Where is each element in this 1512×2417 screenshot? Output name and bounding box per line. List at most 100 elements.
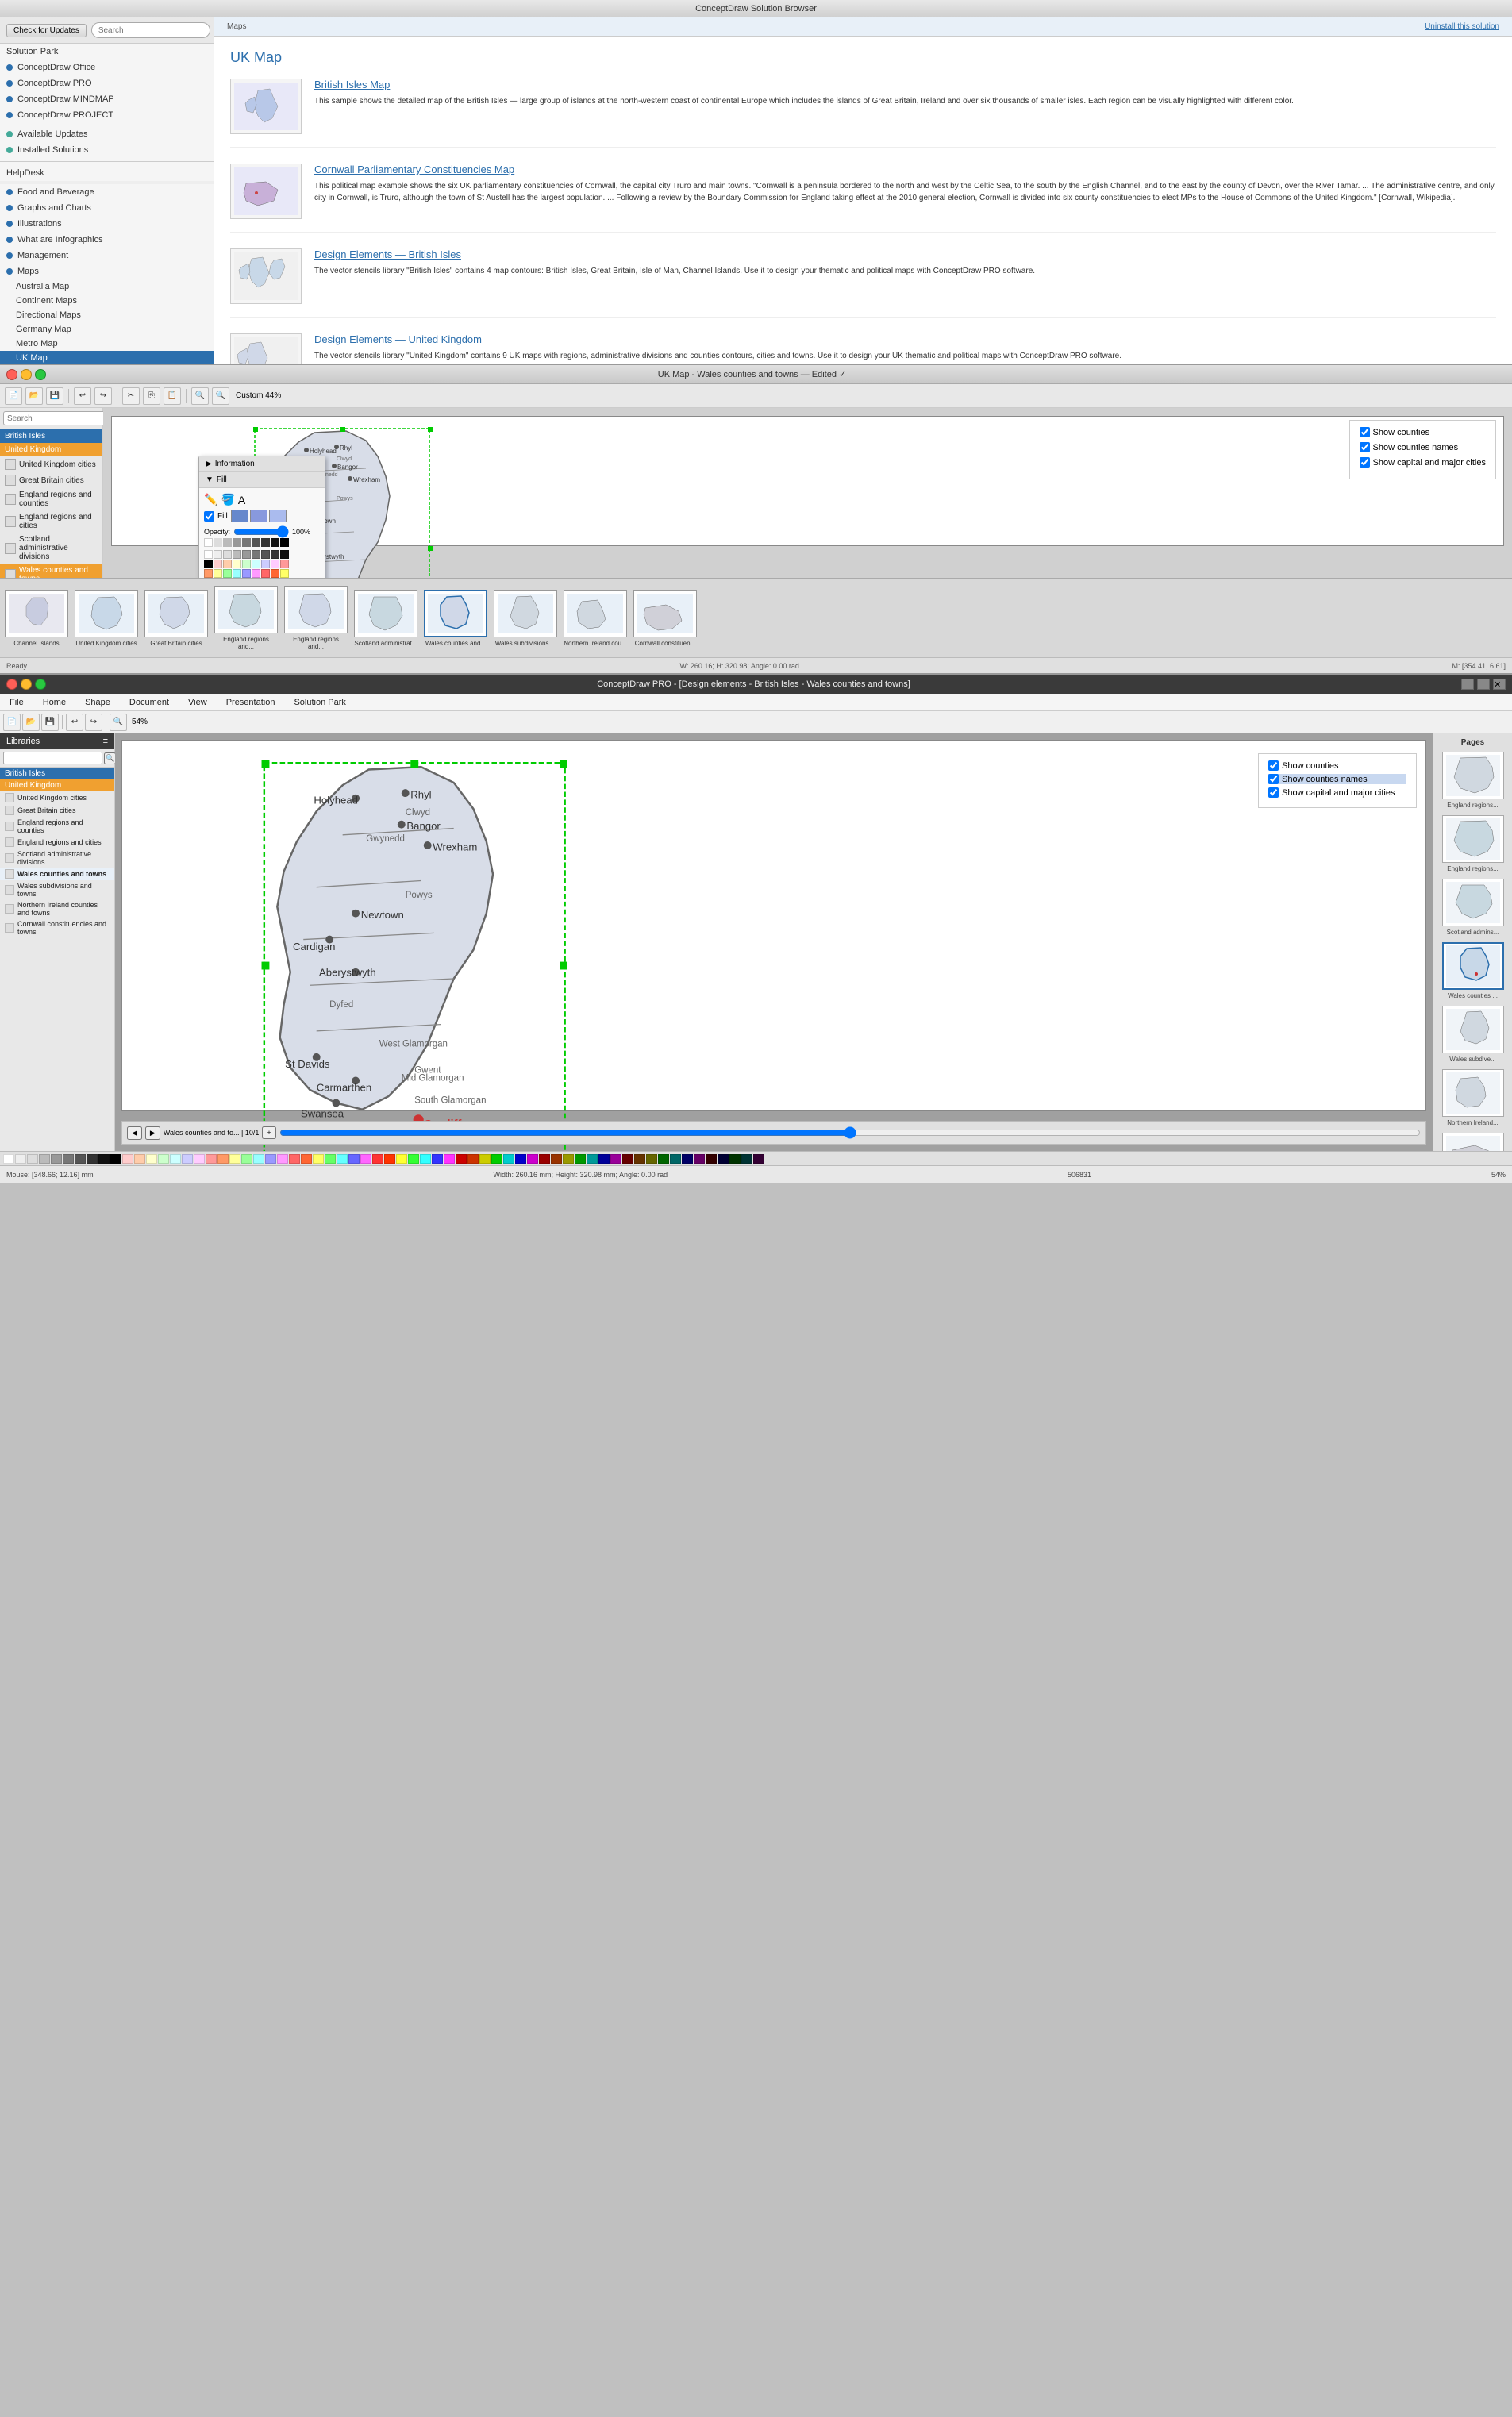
libraries-expand[interactable]: ≡ — [103, 737, 108, 746]
show-capital-checkbox[interactable] — [1360, 457, 1370, 468]
color-swatch[interactable] — [223, 569, 232, 578]
tb-save[interactable]: 💾 — [46, 387, 63, 405]
color-swatch[interactable] — [223, 550, 232, 559]
fill-color-swatch3[interactable] — [269, 510, 287, 522]
page-wales-subdiv[interactable]: Wales subdive... — [1438, 1006, 1507, 1063]
pro-lib-uk-cities[interactable]: United Kingdom cities — [0, 791, 114, 804]
gray-swatch[interactable] — [233, 538, 241, 547]
menu-view[interactable]: View — [185, 696, 210, 709]
sidebar-sub-continent[interactable]: Continent Maps — [0, 294, 214, 308]
color-swatch[interactable] — [233, 550, 241, 559]
fill-color-swatch1[interactable] — [231, 510, 248, 522]
menu-presentation[interactable]: Presentation — [223, 696, 279, 709]
page-england-regions2[interactable]: England regions... — [1438, 815, 1507, 872]
colorbar-swatch[interactable] — [27, 1154, 38, 1164]
film-item-channel[interactable]: Channel Islands — [5, 590, 68, 647]
opacity-slider[interactable] — [233, 525, 289, 538]
page-add-btn[interactable]: + — [262, 1126, 275, 1139]
map-thumb-british-isles[interactable] — [230, 79, 302, 134]
colorbar-swatch[interactable] — [206, 1154, 217, 1164]
fill-checkbox[interactable] — [204, 511, 214, 522]
color-swatch[interactable] — [280, 569, 289, 578]
max-button-pro[interactable] — [35, 679, 46, 690]
map-thumb-de-uk[interactable] — [230, 333, 302, 364]
sidebar-item-project[interactable]: ConceptDraw PROJECT — [0, 107, 214, 123]
fill-pencil-icon[interactable]: ✏️ — [204, 493, 217, 506]
colorbar-swatch[interactable] — [51, 1154, 62, 1164]
colorbar-swatch[interactable] — [3, 1154, 14, 1164]
colorbar-swatch[interactable] — [598, 1154, 610, 1164]
pro-show-capital-checkbox[interactable] — [1268, 787, 1279, 798]
colorbar-swatch[interactable] — [706, 1154, 717, 1164]
lib-item-uk-cities[interactable]: United Kingdom cities — [0, 456, 102, 472]
tb-open[interactable]: 📂 — [25, 387, 43, 405]
gray-swatch[interactable] — [223, 538, 232, 547]
colorbar-swatch[interactable] — [289, 1154, 300, 1164]
fill-color-swatch2[interactable] — [250, 510, 267, 522]
gray-swatch[interactable] — [280, 538, 289, 547]
colorbar-swatch[interactable] — [694, 1154, 705, 1164]
sidebar-item-helpdesk[interactable]: HelpDesk — [0, 165, 214, 181]
map-thumb-cornwall[interactable] — [230, 164, 302, 219]
pro-close-icon[interactable]: ✕ — [1493, 679, 1506, 690]
page-cornwall[interactable]: Cornwall constis... — [1438, 1133, 1507, 1151]
colorbar-swatch[interactable] — [170, 1154, 181, 1164]
color-swatch[interactable] — [242, 569, 251, 578]
sidebar-item-maps[interactable]: Maps — [0, 264, 214, 279]
colorbar-swatch[interactable] — [396, 1154, 407, 1164]
colorbar-swatch[interactable] — [146, 1154, 157, 1164]
colorbar-swatch[interactable] — [134, 1154, 145, 1164]
color-swatch[interactable] — [242, 550, 251, 559]
colorbar-swatch[interactable] — [98, 1154, 110, 1164]
film-item-england-reg2[interactable]: England regions and... — [284, 586, 348, 650]
colorbar-swatch[interactable] — [217, 1154, 229, 1164]
install-link[interactable]: Uninstall this solution — [1425, 22, 1499, 31]
pro-search-input[interactable] — [3, 752, 102, 764]
pro-tb-undo[interactable]: ↩ — [66, 714, 83, 731]
color-swatch[interactable] — [233, 569, 241, 578]
film-item-ni[interactable]: Northern Ireland cou... — [564, 590, 627, 647]
lib-item-wales-counties[interactable]: Wales counties and towns — [0, 564, 102, 578]
sidebar-search-input[interactable] — [91, 22, 210, 38]
map-title-de-british[interactable]: Design Elements — British Isles — [314, 248, 1496, 260]
colorbar-swatch[interactable] — [420, 1154, 431, 1164]
sidebar-item-installed[interactable]: Installed Solutions — [0, 142, 214, 158]
colorbar-swatch[interactable] — [122, 1154, 133, 1164]
show-counties-names-checkbox[interactable] — [1360, 442, 1370, 452]
color-swatch[interactable] — [252, 560, 260, 568]
film-item-uk-cities[interactable]: United Kingdom cities — [75, 590, 138, 647]
pro-lib-scotland[interactable]: Scotland administrative divisions — [0, 849, 114, 868]
colorbar-swatch[interactable] — [432, 1154, 443, 1164]
page-england-regions1[interactable]: England regions... — [1438, 752, 1507, 809]
color-swatch[interactable] — [252, 569, 260, 578]
tb-copy[interactable]: ⎘ — [143, 387, 160, 405]
colorbar-swatch[interactable] — [456, 1154, 467, 1164]
color-swatch[interactable] — [261, 550, 270, 559]
color-swatch[interactable] — [280, 550, 289, 559]
colorbar-swatch[interactable] — [491, 1154, 502, 1164]
show-counties-checkbox[interactable] — [1360, 427, 1370, 437]
colorbar-swatch[interactable] — [277, 1154, 288, 1164]
colorbar-swatch[interactable] — [515, 1154, 526, 1164]
color-swatch[interactable] — [214, 550, 222, 559]
menu-document[interactable]: Document — [126, 696, 172, 709]
colorbar-swatch[interactable] — [551, 1154, 562, 1164]
tb-cut[interactable]: ✂ — [122, 387, 140, 405]
tb-zoom-in[interactable]: 🔍 — [191, 387, 209, 405]
color-swatch[interactable] — [252, 550, 260, 559]
colorbar-swatch[interactable] — [229, 1154, 240, 1164]
page-scotland-admin[interactable]: Scotland admins... — [1438, 879, 1507, 936]
film-item-scotland[interactable]: Scotland administrat... — [354, 590, 417, 647]
sidebar-item-management[interactable]: Management — [0, 248, 214, 264]
sidebar-item-office[interactable]: ConceptDraw Office — [0, 60, 214, 75]
film-item-england-reg[interactable]: England regions and... — [214, 586, 278, 650]
pro-lib-gb-cities[interactable]: Great Britain cities — [0, 804, 114, 817]
fill-text-icon[interactable]: A — [238, 494, 245, 506]
colorbar-swatch[interactable] — [75, 1154, 86, 1164]
colorbar-swatch[interactable] — [658, 1154, 669, 1164]
lib-item-england-regions-cities[interactable]: England regions and cities — [0, 510, 102, 533]
colorbar-swatch[interactable] — [444, 1154, 455, 1164]
colorbar-swatch[interactable] — [741, 1154, 752, 1164]
colorbar-swatch[interactable] — [182, 1154, 193, 1164]
popup-fill[interactable]: ▼ Fill — [199, 472, 325, 488]
